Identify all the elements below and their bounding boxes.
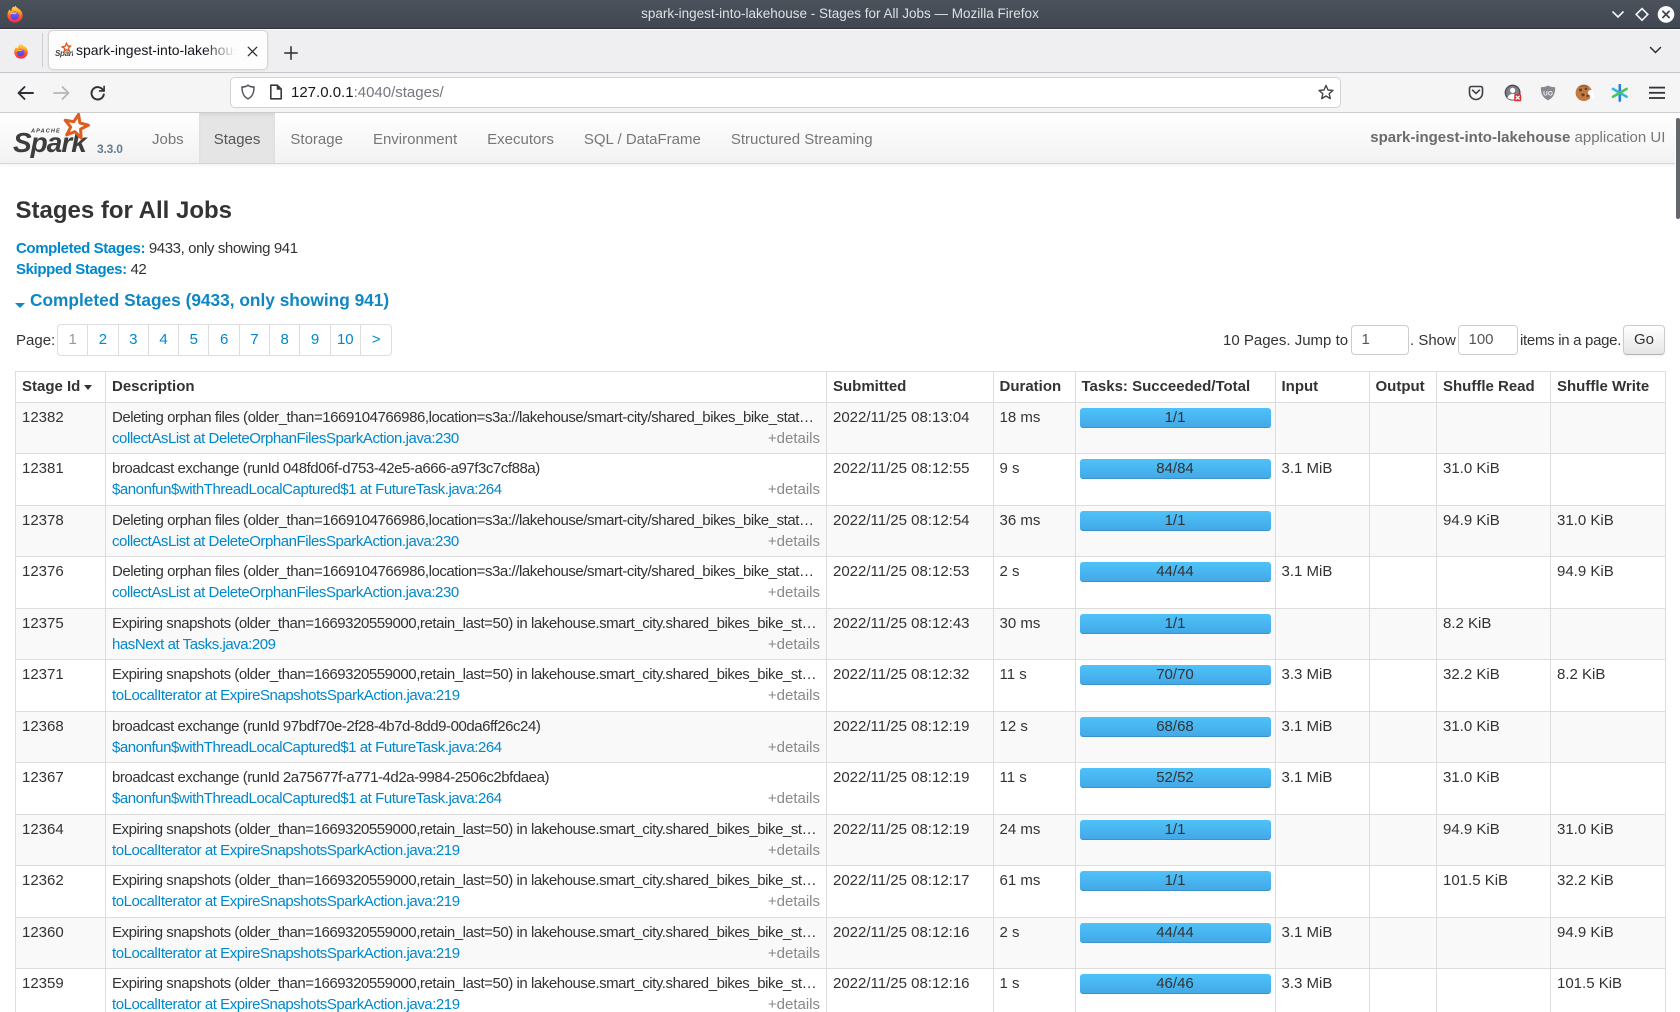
svg-text:UO: UO [1543, 91, 1553, 98]
svg-text:APACHE: APACHE [30, 129, 61, 135]
